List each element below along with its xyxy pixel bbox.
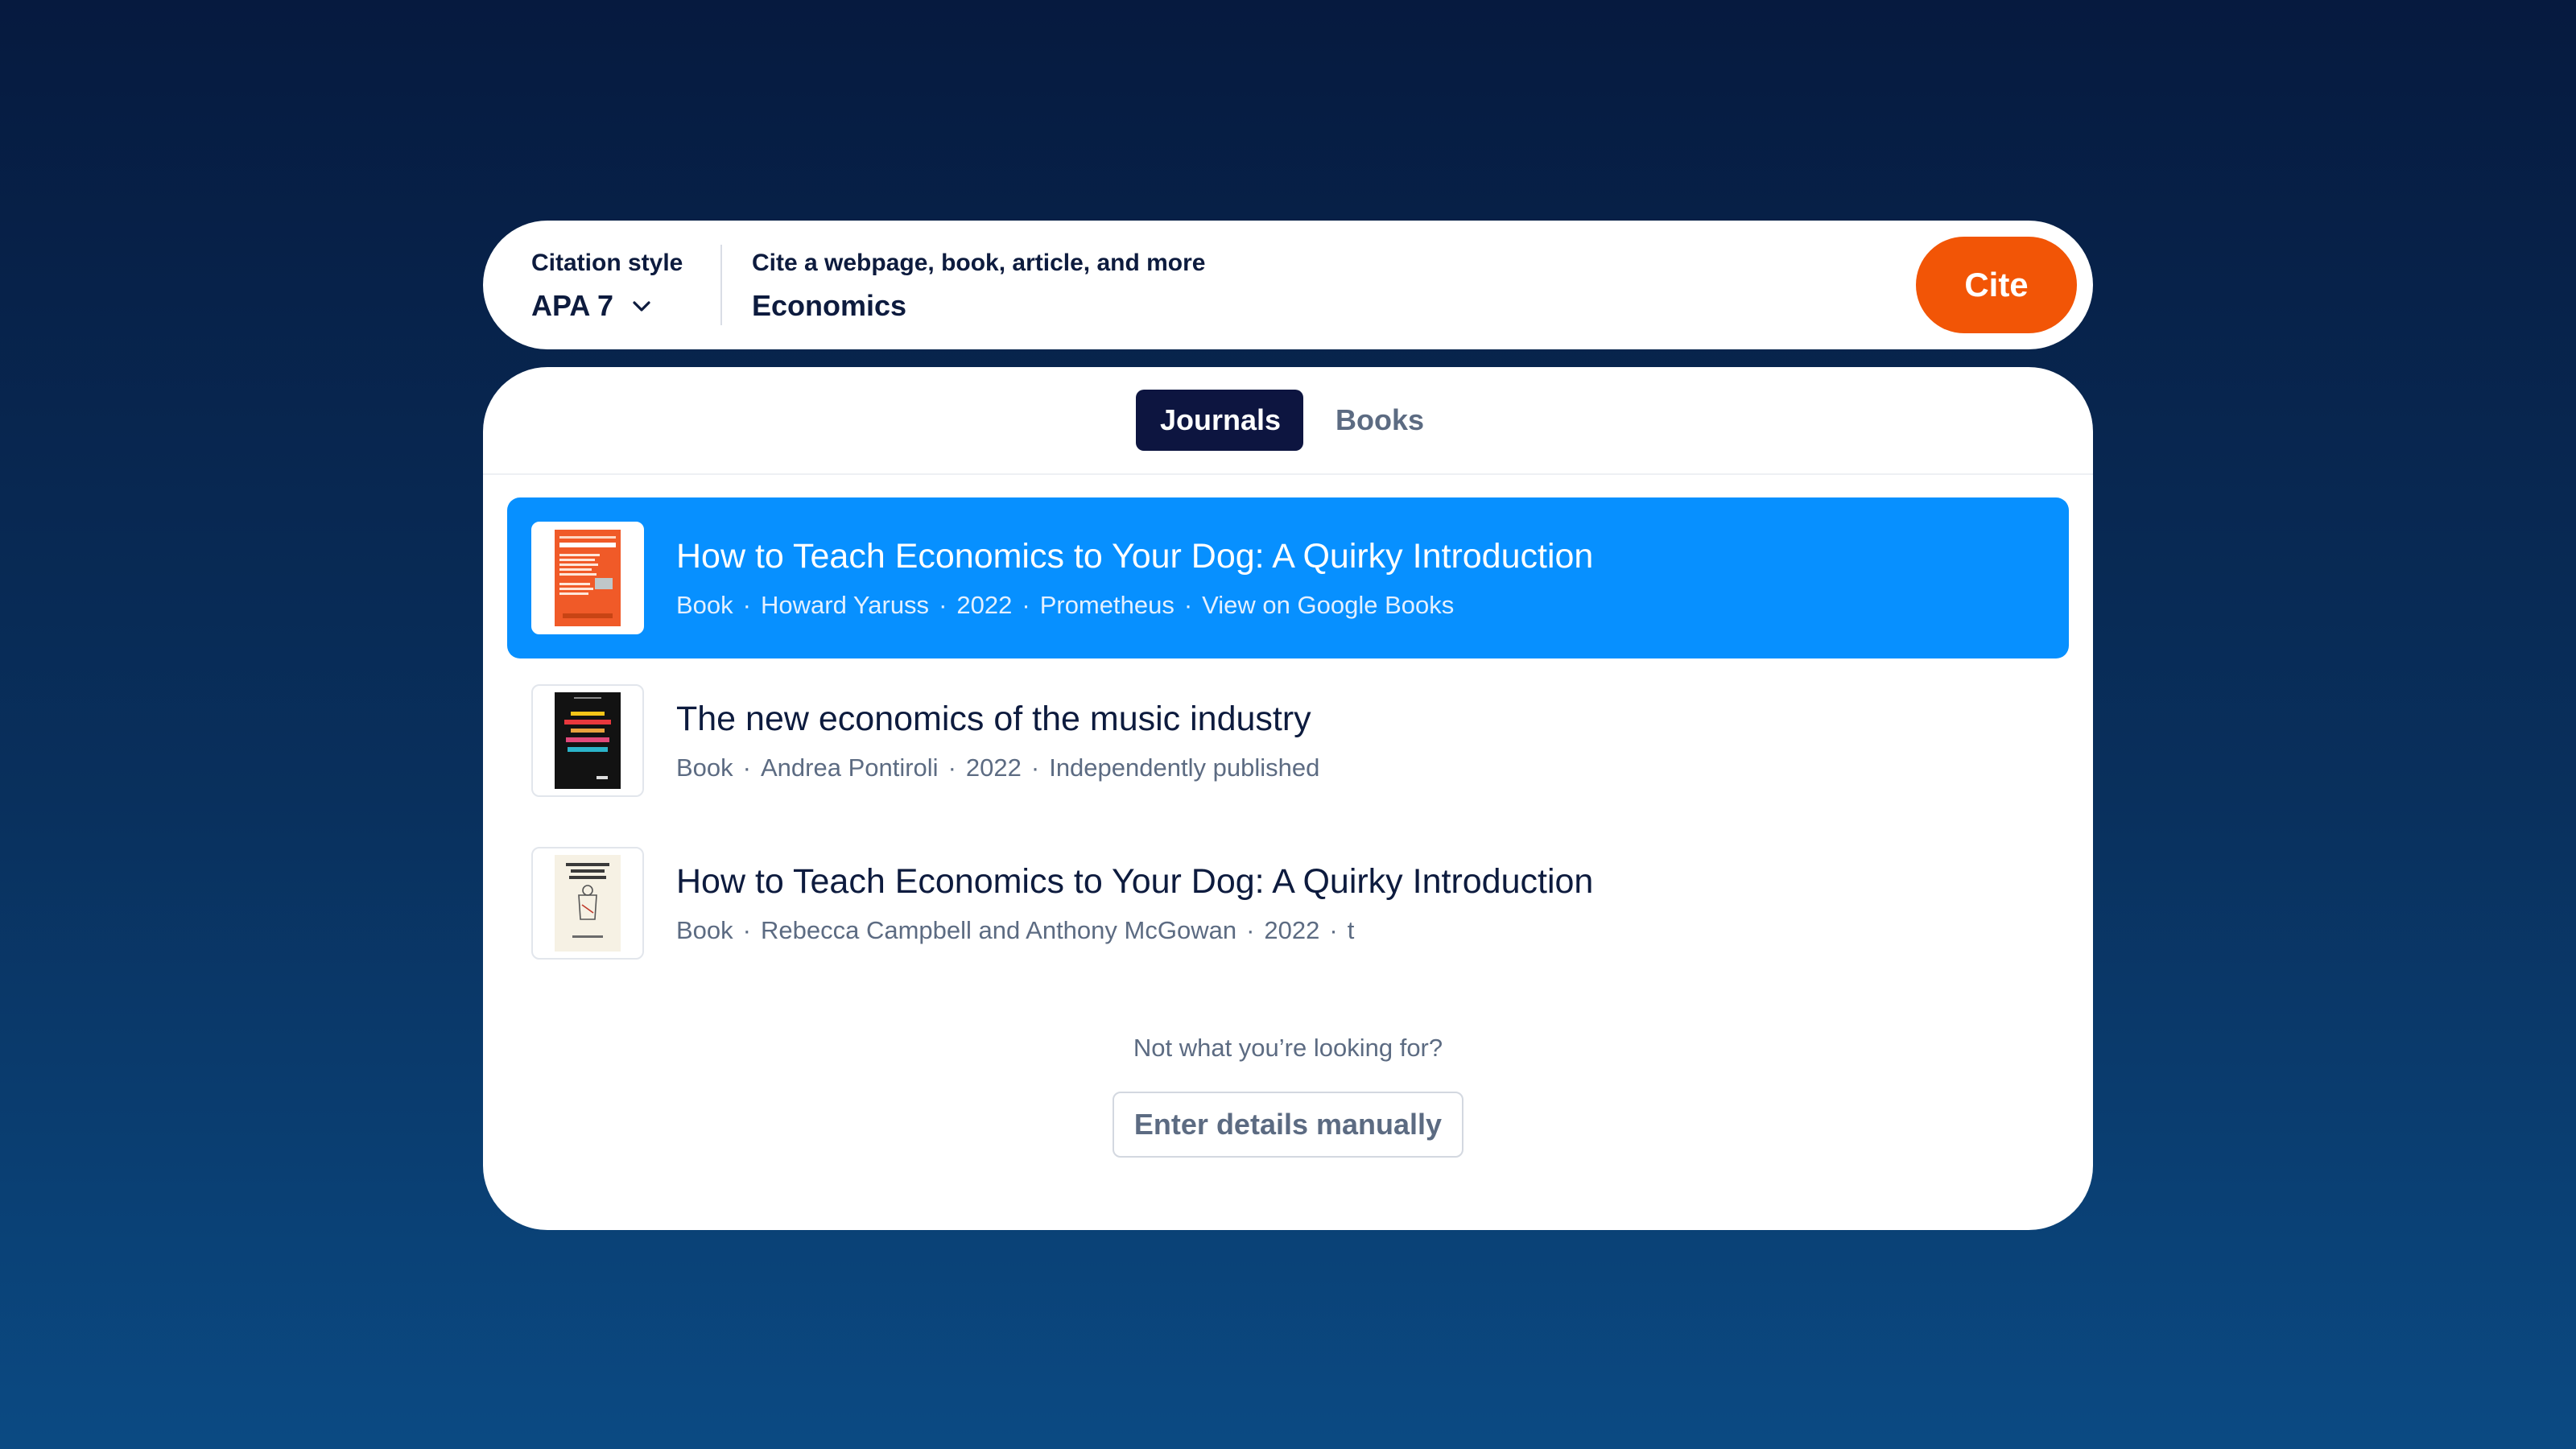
result-item[interactable]: How to Teach Economics to Your Dog: A Qu… (507, 823, 2069, 984)
book-cover-thumbnail (531, 847, 644, 960)
results-panel: Journals Books How to Teach Economics to… (483, 367, 2093, 1230)
result-publisher: Independently published (1049, 753, 1320, 782)
result-title: How to Teach Economics to Your Dog: A Qu… (676, 862, 1594, 901)
result-type: Book (676, 591, 733, 619)
book-cover-image (555, 855, 621, 952)
citation-style-value: APA 7 (531, 289, 614, 322)
result-author: Rebecca Campbell and Anthony McGowan (761, 916, 1237, 944)
separator-dot: · (1030, 753, 1040, 782)
result-title: The new economics of the music industry (676, 700, 1311, 738)
result-item[interactable]: The new economics of the music industry … (507, 660, 2069, 821)
result-author: Howard Yaruss (761, 591, 930, 619)
book-cover-image (555, 692, 621, 789)
separator-dot: · (947, 753, 956, 782)
citation-style-value-row: APA 7 (531, 288, 716, 324)
citation-style-label: Citation style (531, 250, 683, 276)
result-meta: Book · Andrea Pontiroli · 2022 · Independently… (676, 752, 1319, 784)
query-label: Cite a webpage, book, article, and more (752, 250, 1206, 276)
book-cover-image (555, 530, 621, 626)
result-year: 2022 (1264, 916, 1320, 944)
separator-dot: · (742, 591, 751, 619)
tabs-divider (483, 473, 2093, 475)
result-publisher: Prometheus (1039, 591, 1174, 619)
separator-dot: · (939, 591, 947, 619)
separator-dot: · (1329, 916, 1338, 944)
source-tabs: Journals Books (483, 390, 2093, 451)
cite-button[interactable]: Cite (1916, 237, 2077, 333)
result-item[interactable]: How to Teach Economics to Your Dog: A Qu… (507, 497, 2069, 658)
result-meta: Book · Rebecca Campbell and Anthony McGowa… (676, 914, 1354, 947)
citation-style-select[interactable]: Citation style APA 7 (531, 248, 716, 325)
result-year: 2022 (965, 753, 1022, 782)
search-input[interactable] (752, 288, 1718, 324)
book-cover-thumbnail (531, 522, 644, 634)
search-divider (720, 245, 722, 325)
result-type: Book (676, 916, 733, 944)
separator-dot: · (742, 753, 751, 782)
enter-details-manually-button[interactable]: Enter details manually (1113, 1092, 1463, 1158)
result-year: 2022 (956, 591, 1013, 619)
separator-dot: · (1183, 591, 1193, 619)
tab-books[interactable]: Books (1319, 390, 1440, 451)
result-author: Andrea Pontiroli (761, 753, 939, 782)
separator-dot: · (1246, 916, 1255, 944)
result-type: Book (676, 753, 733, 782)
citation-search-bar: Citation style APA 7 Cite a webpage, boo… (483, 221, 2093, 349)
separator-dot: · (1022, 591, 1030, 619)
result-meta: Book · Howard Yaruss · 2022 · Prometheus · View … (676, 589, 1454, 621)
book-cover-thumbnail (531, 684, 644, 797)
separator-dot: · (742, 916, 751, 944)
chevron-down-icon[interactable] (630, 294, 654, 318)
results-list: How to Teach Economics to Your Dog: A Qu… (507, 497, 2069, 985)
query-field-group: Cite a webpage, book, article, and more (752, 248, 1798, 325)
google-books-link[interactable]: View on Google Books (1202, 591, 1454, 619)
tab-journals[interactable]: Journals (1135, 390, 1303, 451)
result-title: How to Teach Economics to Your Dog: A Qu… (676, 537, 1594, 576)
result-publisher: t (1347, 916, 1355, 944)
not-found-prompt: Not what you’re looking for? (1133, 1034, 1443, 1062)
